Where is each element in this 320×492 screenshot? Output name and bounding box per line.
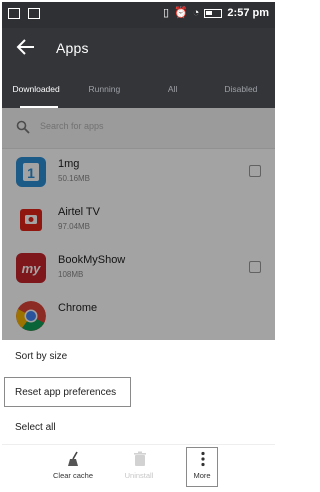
broom-icon [68,451,78,466]
app-name: Airtel TV [58,206,100,218]
image-notification-icon [28,8,40,19]
alarm-icon: ⏰ [174,7,188,19]
search-icon [16,120,30,134]
app-name: BookMyShow [58,254,126,266]
app-bar: Apps Downloaded Running All Disabled [2,28,275,108]
notification-icon [8,8,20,19]
page-title: Apps [56,40,89,56]
app-list: 1 1mg 50.16MB Airtel TV 97.04MB my BookM… [2,148,275,340]
airtel-tv-icon [16,205,46,235]
trash-icon [134,451,146,466]
tab-disabled[interactable]: Disabled [207,78,275,108]
app-size: 50.16MB [58,174,91,183]
bottom-action-bar: Clear cache Uninstall More [2,444,275,488]
select-checkbox[interactable] [249,165,261,177]
chrome-icon [16,301,46,331]
tab-all[interactable]: All [139,78,207,108]
tab-running[interactable]: Running [70,78,138,108]
svg-text:my: my [22,261,42,276]
phone-screen: ▯ ⏰ ◔ 2:57 pm Apps Downloaded Running Al… [2,2,275,488]
app-name: Chrome [58,302,98,314]
list-item[interactable]: Chrome [2,292,275,340]
status-bar: ▯ ⏰ ◔ 2:57 pm [2,2,275,28]
list-item[interactable]: 1 1mg 50.16MB [2,148,275,196]
svg-text:1: 1 [27,165,35,181]
search-bar [2,108,275,149]
list-item[interactable]: my BookMyShow 108MB [2,244,275,292]
app-size: 97.04MB [58,222,91,231]
tab-bar: Downloaded Running All Disabled [2,78,275,108]
vibrate-icon: ▯ [163,7,170,19]
menu-select-all[interactable]: Select all [15,422,56,433]
bookmyshow-icon: my [16,253,46,283]
back-arrow-icon[interactable] [16,38,36,56]
menu-sort-by-size[interactable]: Sort by size [15,351,67,362]
tab-downloaded[interactable]: Downloaded [2,78,70,108]
list-item[interactable]: Airtel TV 97.04MB [2,196,275,244]
status-time: 2:57 pm [227,7,269,19]
wifi-icon: ◔ [192,7,200,19]
highlight-box [186,447,218,487]
select-checkbox[interactable] [249,261,261,273]
battery-icon [204,8,223,18]
more-menu: Sort by size Reset app preferences Selec… [2,340,275,444]
1mg-icon: 1 [16,157,46,187]
menu-reset-app-preferences[interactable]: Reset app preferences [15,387,116,398]
app-name: 1mg [58,158,80,170]
app-size: 108MB [58,270,84,279]
search-input[interactable] [38,120,242,132]
